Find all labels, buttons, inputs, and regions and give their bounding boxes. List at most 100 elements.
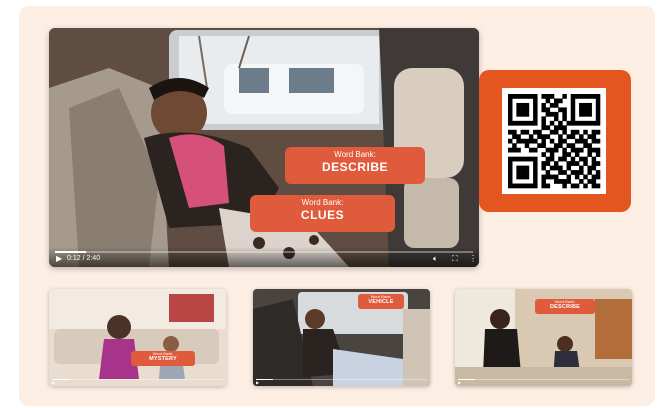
qr-module bbox=[562, 138, 567, 144]
video-thumbnail-vehicle[interactable]: Word Bank: VEHICLE ▶ bbox=[253, 289, 430, 386]
qr-module bbox=[541, 174, 546, 180]
qr-module bbox=[533, 129, 538, 135]
qr-module bbox=[587, 107, 592, 113]
volume-icon[interactable]: 🔈︎ bbox=[433, 255, 438, 263]
qr-module bbox=[574, 138, 580, 144]
qr-module bbox=[558, 107, 563, 113]
qr-module bbox=[533, 179, 538, 184]
qr-module bbox=[558, 138, 563, 144]
qr-module bbox=[554, 129, 559, 135]
qr-module bbox=[587, 94, 592, 99]
qr-module bbox=[566, 161, 572, 166]
qr-module bbox=[520, 170, 526, 175]
qr-module bbox=[574, 174, 580, 180]
qr-module bbox=[574, 129, 580, 135]
play-icon[interactable]: ▶ bbox=[52, 381, 55, 385]
word-bank-label: Word Bank: bbox=[301, 198, 344, 207]
qr-module bbox=[549, 152, 555, 157]
qr-module bbox=[591, 174, 597, 180]
qr-module bbox=[508, 94, 513, 99]
qr-module bbox=[591, 120, 597, 126]
qr-module bbox=[574, 120, 580, 126]
qr-module bbox=[558, 125, 563, 131]
qr-module bbox=[533, 161, 538, 166]
play-icon[interactable]: ▶ bbox=[458, 381, 461, 385]
qr-module bbox=[595, 183, 601, 189]
play-icon[interactable]: ▶ bbox=[56, 255, 62, 263]
qr-module bbox=[562, 179, 567, 184]
qr-module bbox=[570, 116, 576, 122]
word-bank-bubble-clues: Word Bank: CLUES bbox=[250, 195, 395, 232]
qr-module bbox=[541, 125, 546, 131]
qr-module bbox=[549, 111, 555, 117]
play-icon[interactable]: ▶ bbox=[256, 381, 259, 385]
qr-module bbox=[587, 143, 592, 149]
qr-module bbox=[524, 102, 530, 108]
qr-module bbox=[516, 170, 521, 175]
video-thumbnail-describe[interactable]: Word Bank: DESCRIBE ▶ bbox=[455, 289, 632, 386]
qr-module bbox=[508, 147, 513, 153]
qr-module bbox=[558, 120, 563, 126]
qr-module bbox=[516, 165, 521, 171]
word-bank-word: DESCRIBE bbox=[321, 160, 388, 174]
qr-module bbox=[528, 134, 534, 140]
qr-module bbox=[512, 147, 517, 153]
qr-module bbox=[545, 170, 551, 175]
qr-module bbox=[508, 98, 513, 104]
qr-module bbox=[566, 174, 572, 180]
video-thumbnail-mystery[interactable]: Word Bank: MYSTERY ▶ bbox=[49, 289, 226, 386]
word-bank-bubble-mystery: Word Bank: MYSTERY bbox=[131, 351, 195, 366]
qr-module bbox=[541, 152, 546, 157]
qr-module bbox=[583, 156, 588, 162]
qr-module bbox=[508, 183, 513, 189]
qr-module bbox=[558, 170, 563, 175]
qr-module bbox=[579, 147, 584, 153]
qr-module bbox=[541, 179, 546, 184]
qr-module bbox=[512, 94, 517, 99]
qr-module bbox=[516, 120, 521, 126]
qr-module bbox=[541, 102, 546, 108]
qr-module bbox=[570, 98, 576, 104]
progress-bar[interactable] bbox=[55, 251, 473, 253]
qr-module bbox=[562, 170, 567, 175]
qr-module bbox=[524, 174, 530, 180]
qr-module bbox=[574, 147, 580, 153]
qr-module bbox=[570, 161, 576, 166]
fullscreen-icon[interactable]: ⛶ bbox=[452, 255, 458, 263]
qr-module bbox=[558, 134, 563, 140]
word-bank-label: Word Bank: bbox=[334, 150, 376, 159]
qr-module bbox=[545, 125, 551, 131]
qr-module bbox=[520, 165, 526, 171]
qr-module bbox=[574, 170, 580, 175]
more-options-icon[interactable]: ⋮ bbox=[469, 255, 477, 263]
qr-module bbox=[524, 143, 530, 149]
qr-module bbox=[541, 183, 546, 189]
qr-module bbox=[528, 120, 534, 126]
qr-module bbox=[579, 179, 584, 184]
qr-module bbox=[508, 156, 513, 162]
qr-module bbox=[516, 138, 521, 144]
qr-module bbox=[579, 170, 584, 175]
qr-module bbox=[541, 107, 546, 113]
qr-module bbox=[549, 120, 555, 126]
qr-module bbox=[512, 183, 517, 189]
qr-module bbox=[516, 134, 521, 140]
video-controls bbox=[49, 247, 479, 267]
qr-module bbox=[533, 174, 538, 180]
qr-module bbox=[583, 120, 588, 126]
qr-module bbox=[566, 120, 572, 126]
qr-module bbox=[587, 102, 592, 108]
qr-code[interactable] bbox=[502, 88, 606, 194]
qr-module bbox=[524, 94, 530, 99]
qr-module bbox=[512, 143, 517, 149]
qr-module bbox=[583, 174, 588, 180]
qr-module bbox=[566, 134, 572, 140]
qr-module bbox=[566, 179, 572, 184]
qr-module bbox=[554, 179, 559, 184]
qr-module bbox=[541, 116, 546, 122]
qr-module bbox=[558, 143, 563, 149]
qr-module bbox=[554, 174, 559, 180]
qr-module bbox=[545, 94, 551, 99]
qr-module bbox=[570, 134, 576, 140]
main-video-player[interactable]: Word Bank: DESCRIBE Word Bank: CLUES ▶ 0… bbox=[49, 28, 479, 267]
